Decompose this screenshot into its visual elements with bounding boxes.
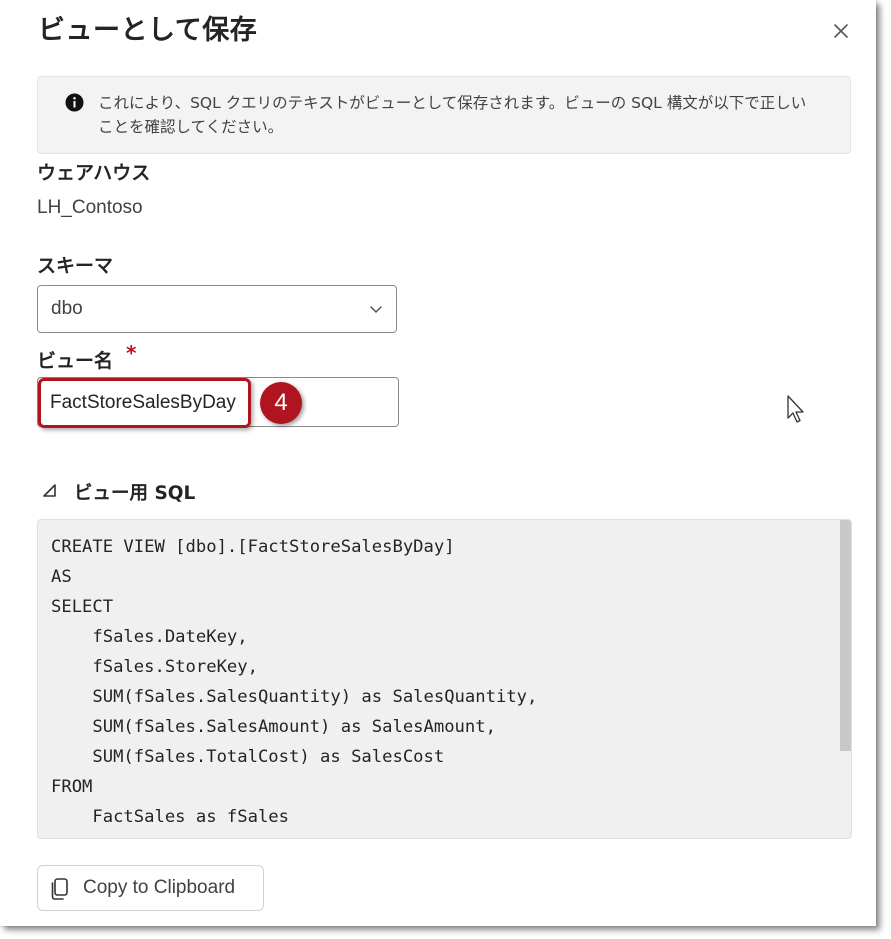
view-name-input-value: FactStoreSalesByDay	[50, 392, 236, 413]
step-number-badge: 4	[260, 382, 302, 424]
warehouse-label: ウェアハウス	[37, 162, 151, 184]
save-as-view-dialog: ビューとして保存 これにより、SQL クエリのテキストがビューとして保存されます…	[0, 0, 876, 926]
copy-button-label: Copy to Clipboard	[83, 877, 236, 898]
warehouse-value: LH_Contoso	[37, 197, 143, 218]
code-scrollbar[interactable]	[840, 520, 851, 751]
info-icon	[65, 93, 84, 112]
copy-icon	[49, 877, 71, 901]
view-name-label: ビュー名	[37, 350, 114, 372]
schema-dropdown[interactable]: dbo	[37, 285, 397, 333]
sql-code: CREATE VIEW [dbo].[FactStoreSalesByDay] …	[51, 537, 538, 827]
schema-label: スキーマ	[37, 255, 114, 277]
info-message-bar: これにより、SQL クエリのテキストがビューとして保存されます。ビューの SQL…	[37, 76, 851, 154]
triangle-collapse-icon[interactable]	[42, 483, 58, 499]
mouse-cursor-icon	[786, 394, 808, 426]
chevron-down-icon	[368, 301, 384, 317]
required-marker: *	[126, 341, 137, 365]
close-icon[interactable]	[828, 18, 854, 44]
copy-to-clipboard-button[interactable]: Copy to Clipboard	[37, 865, 264, 911]
dialog-title: ビューとして保存	[38, 15, 258, 46]
sql-code-box: CREATE VIEW [dbo].[FactStoreSalesByDay] …	[37, 519, 852, 839]
schema-selected-value: dbo	[51, 298, 83, 319]
sql-section-title[interactable]: ビュー用 SQL	[74, 479, 195, 505]
info-message-text: これにより、SQL クエリのテキストがビューとして保存されます。ビューの SQL…	[98, 94, 807, 136]
